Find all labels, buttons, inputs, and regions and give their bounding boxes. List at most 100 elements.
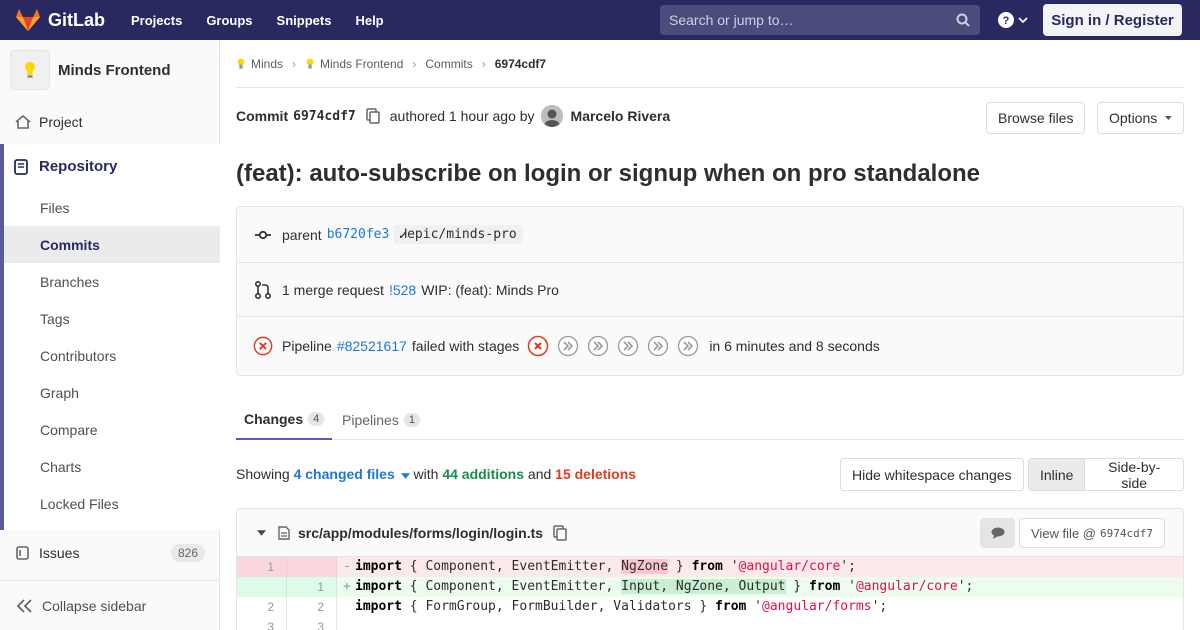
nav-snippets[interactable]: Snippets (277, 13, 332, 28)
sidebar-item-label: Project (39, 114, 83, 130)
caret-down-icon[interactable] (257, 529, 266, 536)
gitlab-logo[interactable]: GitLab (16, 9, 105, 31)
toggle-comments-button[interactable] (980, 518, 1015, 548)
parent-row: parent b6720fe3 Ꮧepic/minds-pro (237, 207, 1183, 263)
sidebar-item-label: Repository (39, 158, 118, 175)
branch-pill[interactable]: Ꮧepic/minds-pro (394, 225, 523, 244)
breadcrumb-commits[interactable]: Commits (425, 57, 472, 71)
collapse-sidebar-button[interactable]: Collapse sidebar (0, 580, 220, 630)
pipeline-stages (527, 335, 707, 357)
breadcrumb-separator: › (292, 56, 297, 71)
commit-label: Commit (236, 108, 289, 124)
deletions-count: 15 deletions (555, 466, 637, 482)
old-line-number[interactable] (237, 577, 287, 597)
user-avatar-icon (540, 105, 563, 127)
copy-icon[interactable] (366, 108, 380, 124)
diff-line-added: 1 + import { Component, EventEmitter, Inp… (237, 577, 1183, 597)
comment-icon (991, 527, 1004, 539)
lightbulb-icon (237, 58, 245, 69)
sidebar-item-project[interactable]: Project (0, 106, 220, 138)
stage-skipped-icon[interactable] (677, 335, 699, 357)
code-line: - import { Component, EventEmitter, NgZon… (337, 557, 856, 577)
tab-label: Changes (244, 411, 304, 427)
breadcrumb-project[interactable]: Minds Frontend (320, 57, 403, 71)
pipeline-row: Pipeline #82521617 failed with stages in… (237, 317, 1183, 375)
copy-icon[interactable] (553, 524, 567, 541)
tab-changes[interactable]: Changes 4 (236, 400, 333, 440)
search-input[interactable] (669, 12, 949, 28)
sidebar-subitem-contributors[interactable]: Contributors (4, 337, 220, 374)
commit-tabs: Changes 4 Pipelines 1 (236, 400, 1184, 440)
changed-files-count: 4 changed files (293, 466, 395, 482)
hide-whitespace-button[interactable]: Hide whitespace changes (840, 458, 1024, 491)
sidebar-subitem-compare[interactable]: Compare (4, 411, 220, 448)
stage-skipped-icon[interactable] (587, 335, 609, 357)
breadcrumb-current[interactable]: 6974cdf7 (495, 57, 546, 71)
and-label: and (527, 466, 552, 482)
sidebar-subitem-files[interactable]: Files (4, 189, 220, 226)
sidebar: Minds Frontend Project Repository Files … (0, 40, 220, 630)
sidebar-item-repository[interactable]: Repository (14, 158, 117, 175)
diff-line-context: 3 3 (237, 617, 1183, 630)
merge-request-row: 1 merge request !528 WIP: (feat): Minds … (237, 263, 1183, 317)
author-avatar[interactable] (540, 105, 563, 127)
sidebar-subitem-commits[interactable]: Commits (4, 226, 220, 263)
nav-help[interactable]: Help (355, 13, 383, 28)
nav-projects[interactable]: Projects (131, 13, 182, 28)
sidebar-subitem-tags[interactable]: Tags (4, 300, 220, 337)
stage-skipped-icon[interactable] (647, 335, 669, 357)
stage-skipped-icon[interactable] (557, 335, 579, 357)
search-box[interactable] (660, 5, 980, 35)
old-line-number[interactable]: 2 (237, 597, 287, 617)
merge-request-icon (253, 280, 273, 299)
view-file-label: View file @ (1031, 525, 1096, 541)
view-file-sha: 6974cdf7 (1099, 526, 1153, 540)
browse-files-button[interactable]: Browse files (986, 102, 1086, 134)
file-path[interactable]: src/app/modules/forms/login/login.ts (298, 525, 543, 541)
branch-name: epic/minds-pro (407, 227, 517, 242)
tab-pipelines[interactable]: Pipelines 1 (334, 400, 428, 440)
pipeline-failed-icon[interactable] (253, 335, 273, 357)
nav-groups[interactable]: Groups (206, 13, 252, 28)
options-dropdown-button[interactable]: Options (1097, 102, 1184, 134)
parent-label: parent (282, 226, 322, 243)
sidebar-item-issues[interactable]: Issues 826 (0, 537, 220, 569)
brand-name: GitLab (48, 9, 105, 30)
merge-request-count: 1 merge request (282, 281, 384, 298)
sidebar-subitem-charts[interactable]: Charts (4, 448, 220, 485)
breadcrumb-separator: › (481, 56, 486, 71)
sidebar-subitem-locked-files[interactable]: Locked Files (4, 485, 220, 522)
project-avatar (10, 50, 50, 90)
merge-request-link[interactable]: !528 (389, 282, 416, 298)
view-file-button[interactable]: View file @ 6974cdf7 (1019, 518, 1165, 548)
sidebar-subitem-graph[interactable]: Graph (4, 374, 220, 411)
diff-line-context: 2 2 import { FormGroup, FormBuilder, Val… (237, 597, 1183, 617)
new-line-number[interactable]: 1 (287, 577, 337, 597)
issues-count-badge: 826 (170, 544, 205, 562)
diff-summary: Showing 4 changed files with 44 addition… (236, 466, 636, 482)
inline-view-button[interactable]: Inline (1028, 458, 1086, 491)
code-text: import { Component, EventEmitter, NgZone… (355, 559, 856, 574)
sidebar-subitem-branches[interactable]: Branches (4, 263, 220, 300)
breadcrumb: Minds › Minds Frontend › Commits › 6974c… (236, 40, 1184, 88)
pipeline-status: failed with stages (411, 338, 520, 354)
stage-failed-icon[interactable] (527, 335, 549, 357)
new-line-number[interactable]: 3 (287, 617, 337, 630)
changed-files-dropdown[interactable]: 4 changed files (294, 466, 414, 482)
repository-icon (14, 158, 28, 175)
diff-file: src/app/modules/forms/login/login.ts Vie… (236, 508, 1184, 630)
author-name[interactable]: Marcelo Rivera (571, 108, 671, 124)
old-line-number[interactable]: 3 (237, 617, 287, 630)
parent-sha-link[interactable]: b6720fe3 (327, 227, 390, 242)
side-by-side-button[interactable]: Side-by-side (1085, 458, 1184, 491)
authored-text: authored 1 hour ago by (389, 108, 535, 124)
breadcrumb-group[interactable]: Minds (251, 57, 283, 71)
pipeline-link[interactable]: #82521617 (337, 338, 407, 354)
help-dropdown[interactable]: ? (998, 12, 1028, 28)
project-header[interactable]: Minds Frontend (0, 40, 219, 100)
new-line-number[interactable] (287, 557, 337, 577)
old-line-number[interactable]: 1 (237, 557, 287, 577)
sign-in-button[interactable]: Sign in / Register (1043, 4, 1182, 36)
stage-skipped-icon[interactable] (617, 335, 639, 357)
new-line-number[interactable]: 2 (287, 597, 337, 617)
